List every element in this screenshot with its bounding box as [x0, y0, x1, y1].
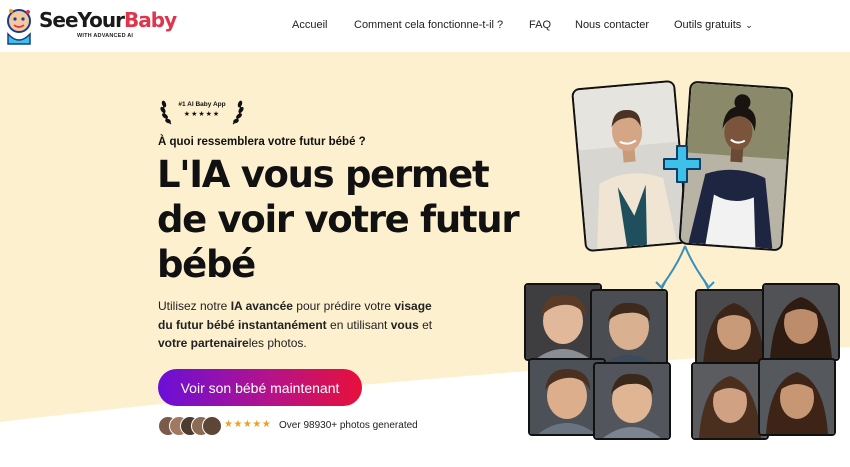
baby-boy-photo	[593, 362, 671, 440]
hero-question: À quoi ressemblera votre futur bébé ?	[158, 136, 366, 148]
rating-stars: ★★★★★	[224, 419, 272, 430]
see-baby-button[interactable]: Voir son bébé maintenant	[158, 369, 362, 406]
arrows-icon	[655, 245, 715, 290]
laurel-right-icon	[232, 100, 244, 125]
award-badge: #1 AI Baby App ★★★★★	[160, 97, 244, 125]
nav-item-how-it-works[interactable]: Comment cela fonctionne-t-il ?	[354, 19, 503, 31]
avatar	[202, 416, 222, 436]
photos-generated-count: Over 98930+ photos generated	[279, 420, 418, 431]
nav-item-free-tools[interactable]: Outils gratuits ⌄	[674, 19, 753, 31]
chevron-down-icon: ⌄	[745, 20, 753, 30]
nav-item-free-tools-label: Outils gratuits	[674, 19, 742, 31]
hero-description: Utilisez notre IA avancée pour prédire v…	[158, 299, 433, 350]
site-header: SeeYourBaby WITH ADVANCED AI Accueil Com…	[0, 0, 850, 52]
social-proof: ★★★★★ Over 98930+ photos generated	[158, 416, 458, 436]
nav-item-faq[interactable]: FAQ	[529, 19, 551, 31]
user-avatars	[158, 416, 222, 436]
hero-headline: L'IA vous permet de voir votre futur béb…	[157, 153, 520, 286]
baby-girl-photo	[758, 358, 836, 436]
baby-boy-photo	[590, 289, 668, 367]
nav-item-accueil[interactable]: Accueil	[292, 19, 327, 31]
baby-girl-photo	[762, 283, 840, 361]
plus-icon	[663, 145, 701, 183]
nav-item-contact[interactable]: Nous contacter	[575, 19, 649, 31]
main-nav: Accueil Comment cela fonctionne-t-il ? F…	[0, 19, 850, 35]
